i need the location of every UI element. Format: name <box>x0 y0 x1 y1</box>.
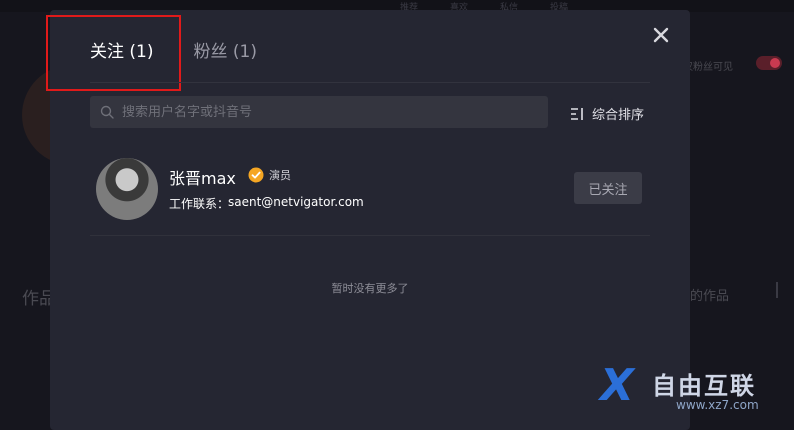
background-scrollbar <box>776 282 778 298</box>
watermark-logo: X 自由互联 www.xz7.com <box>600 360 790 418</box>
background-privacy-text: 仅粉丝可见 <box>683 62 733 73</box>
watermark-url: www.xz7.com <box>676 398 759 412</box>
close-button[interactable] <box>650 24 672 46</box>
search-input[interactable] <box>120 103 548 121</box>
user-name[interactable]: 张晋max <box>169 165 236 189</box>
highlight-box <box>46 15 181 91</box>
sort-button[interactable]: 综合排序 <box>570 104 644 123</box>
search-box[interactable] <box>90 96 548 128</box>
divider <box>90 235 650 236</box>
follow-list-modal: 关注 (1) 粉丝 (1) 综合排序 张晋max 演员 工作联系： saent@… <box>46 10 690 430</box>
background-toggle <box>756 56 782 70</box>
search-icon <box>100 105 114 119</box>
close-icon <box>653 27 669 43</box>
contact-email: saent@netvigator.com <box>228 195 364 209</box>
background-right-text: 的作品 <box>690 289 730 304</box>
sort-icon <box>571 107 583 120</box>
avatar[interactable] <box>96 158 158 220</box>
no-more-text: 暂时没有更多了 <box>331 282 409 295</box>
list-item: 张晋max 演员 工作联系： saent@netvigator.com 已关注 <box>96 157 656 221</box>
verified-badge-icon <box>248 167 264 183</box>
watermark-x-icon: X <box>600 360 634 411</box>
divider <box>90 82 650 83</box>
contact-label: 工作联系： <box>169 197 230 211</box>
following-button[interactable]: 已关注 <box>574 172 642 204</box>
verified-badge-label: 演员 <box>269 169 291 182</box>
tab-followers[interactable]: 粉丝 (1) <box>193 37 256 62</box>
watermark-brand: 自由互联 <box>652 372 756 400</box>
sort-label: 综合排序 <box>592 108 645 123</box>
